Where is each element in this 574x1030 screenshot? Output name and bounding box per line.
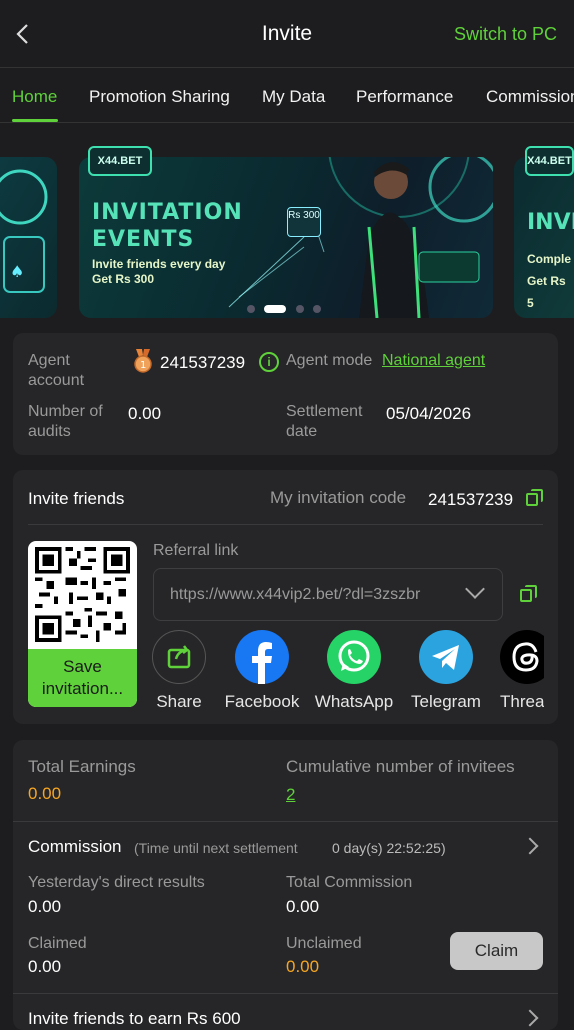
tab-performance[interactable]: Performance (356, 87, 453, 107)
audits-value: 0.00 (128, 404, 162, 423)
agent-account-label: Agent account (28, 352, 85, 389)
invitees-count-link[interactable]: 2 (286, 785, 295, 805)
banner-heading-2: EVENTS (92, 227, 195, 252)
invitation-code-label: My invitation code (270, 488, 407, 507)
tab-my-data[interactable]: My Data (262, 87, 325, 107)
brand-logo-next: X44.BET (525, 146, 574, 176)
threads-share-button[interactable]: Threa (490, 630, 544, 712)
switch-to-pc-link[interactable]: Switch to PC (454, 24, 557, 45)
chevron-down-icon[interactable] (465, 579, 485, 599)
banner-next-heading: INVI (527, 210, 574, 235)
carousel-dot-active[interactable] (264, 305, 286, 313)
share-label: Share (156, 692, 202, 711)
audits-label: Number of audits (28, 403, 103, 440)
tab-commission[interactable]: Commission (486, 87, 574, 107)
claimed-value: 0.00 (28, 957, 62, 976)
qr-code-icon (35, 547, 130, 642)
settlement-date-value: 05/04/2026 (386, 404, 472, 423)
telegram-icon (432, 645, 459, 670)
qr-code-card[interactable]: Save invitation... (28, 541, 137, 707)
carousel-dot[interactable] (296, 305, 304, 313)
claim-button[interactable]: Claim (450, 932, 543, 970)
facebook-label: Facebook (224, 692, 300, 711)
banner-badge: Rs 300 (287, 207, 321, 237)
medal-icon: 1 (134, 349, 152, 373)
whatsapp-icon (338, 640, 370, 672)
yesterday-results-value: 0.00 (28, 897, 62, 916)
invite-earn-link[interactable]: Invite friends to earn Rs 600 (28, 1009, 241, 1029)
divider (13, 821, 558, 822)
tab-bar: Home Promotion Sharing My Data Performan… (0, 68, 574, 123)
share-button[interactable]: Share (139, 630, 219, 712)
share-icon (167, 645, 191, 669)
svg-text:1: 1 (140, 360, 146, 371)
threads-icon (512, 642, 539, 672)
casino-art-icon: ♠ (0, 169, 48, 293)
total-commission-value: 0.00 (286, 897, 320, 916)
agent-account-value: 241537239 (160, 353, 246, 372)
banner-next-sub-2: Get Rs 5 (527, 274, 566, 310)
banner-subtitle: Invite friends every day Get Rs 300 (92, 257, 225, 287)
settlement-countdown: 0 day(s) 22:52:25) (332, 840, 446, 856)
active-tab-indicator (12, 119, 58, 122)
unclaimed-label: Unclaimed (286, 935, 362, 952)
commission-note: (Time until next settlement (134, 840, 298, 856)
telegram-label: Telegram (411, 692, 481, 711)
invite-friends-title: Invite friends (28, 489, 125, 508)
agent-mode-link[interactable]: National agent (382, 352, 485, 370)
top-bar: Invite Switch to PC (0, 0, 574, 68)
settlement-date-label: Settlement date (286, 403, 363, 440)
referral-link-label: Referral link (153, 542, 239, 559)
banner-next-subtitle: Comple Get Rs 5 (527, 248, 574, 314)
banner-prev-slide[interactable]: ♠ (0, 157, 57, 318)
banner-next-sub-1: Comple (527, 252, 572, 266)
info-icon[interactable]: i (259, 352, 279, 372)
agent-mode-label: Agent mode (286, 352, 373, 369)
commission-title: Commission (28, 837, 122, 856)
claimed-label: Claimed (28, 935, 87, 952)
invitation-code-value: 241537239 (428, 490, 514, 509)
divider (13, 993, 558, 994)
banner-sub-line-1: Invite friends every day (92, 257, 226, 271)
referral-link-field[interactable]: https://www.x44vip2.bet/?dl=3zszbr (153, 568, 503, 621)
unclaimed-value: 0.00 (286, 957, 320, 976)
telegram-share-button[interactable]: Telegram (406, 630, 486, 712)
carousel-dot[interactable] (313, 305, 321, 313)
threads-label: Threa (500, 692, 544, 711)
invitees-label: Cumulative number of invitees (286, 757, 515, 776)
referral-link-value: https://www.x44vip2.bet/?dl=3zszbr (170, 586, 421, 603)
facebook-share-button[interactable]: Facebook (222, 630, 302, 712)
total-earnings-value: 0.00 (28, 784, 62, 803)
yesterday-results-label: Yesterday's direct results (28, 874, 205, 891)
total-commission-label: Total Commission (286, 874, 413, 891)
copy-link-icon[interactable] (520, 585, 538, 603)
banner-sub-line-2: Get Rs 300 (92, 272, 155, 286)
whatsapp-share-button[interactable]: WhatsApp (314, 630, 394, 712)
banner-heading-1: INVITATION (92, 200, 243, 225)
total-earnings-label: Total Earnings (28, 757, 136, 776)
divider (28, 524, 543, 525)
save-invitation-button[interactable]: Save invitation... (28, 649, 137, 707)
tab-promotion-sharing[interactable]: Promotion Sharing (89, 87, 230, 107)
brand-logo: X44.BET (88, 146, 152, 176)
tab-home[interactable]: Home (12, 87, 57, 107)
copy-code-icon[interactable] (526, 489, 544, 507)
svg-text:♠: ♠ (10, 262, 24, 281)
facebook-icon (252, 642, 272, 684)
whatsapp-label: WhatsApp (314, 692, 394, 711)
carousel-dot[interactable] (247, 305, 255, 313)
